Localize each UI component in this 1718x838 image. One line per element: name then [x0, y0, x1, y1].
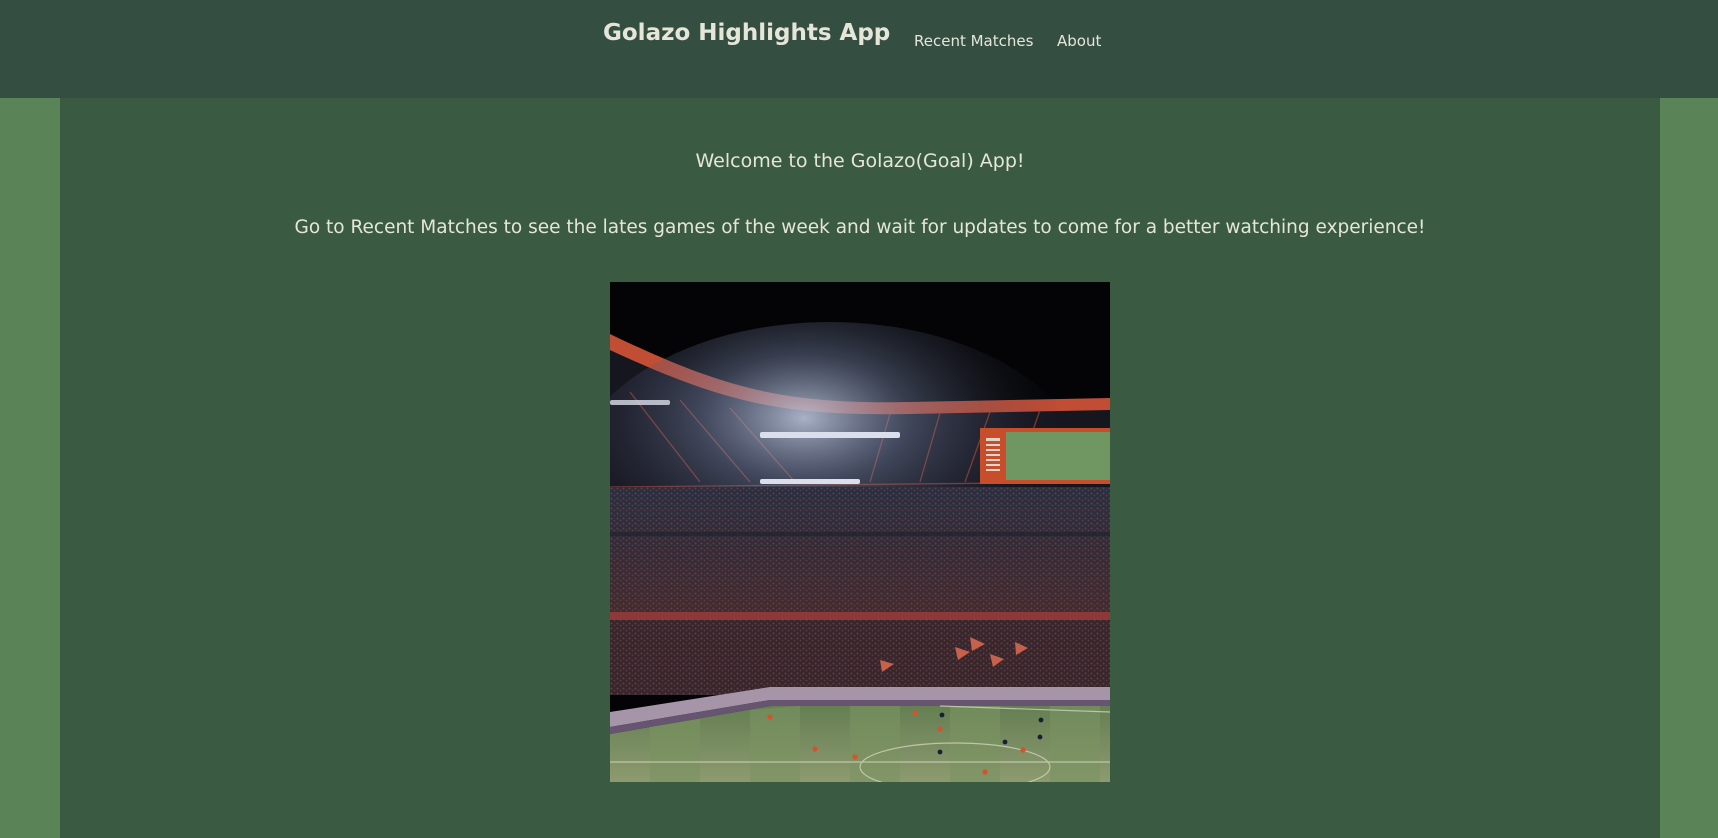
nav-link-about[interactable]: About	[1057, 32, 1101, 50]
intro-text: Go to Recent Matches to see the lates ga…	[294, 217, 1426, 238]
top-navigation-bar: Golazo Highlights App Recent Matches Abo…	[0, 0, 1718, 98]
stadium-photo	[610, 282, 1110, 782]
main-content: Welcome to the Golazo(Goal) App! Go to R…	[60, 98, 1660, 838]
welcome-heading: Welcome to the Golazo(Goal) App!	[695, 150, 1025, 172]
nav-link-recent-matches[interactable]: Recent Matches	[914, 32, 1033, 50]
stadium-illustration	[610, 282, 1110, 782]
app-title[interactable]: Golazo Highlights App	[603, 20, 890, 46]
